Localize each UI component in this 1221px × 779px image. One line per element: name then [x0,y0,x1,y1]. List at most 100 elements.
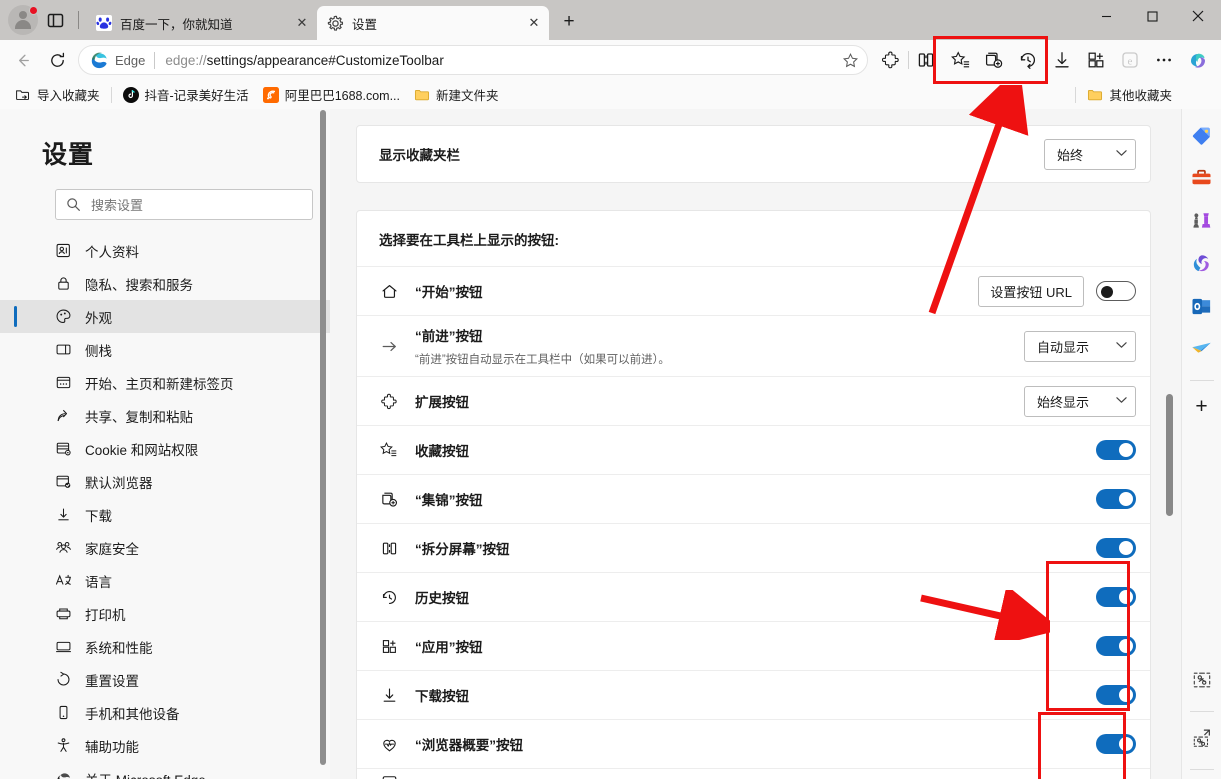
toolbar-row-extensions: 扩展按钮 始终显示 [357,376,1150,425]
collections-button-toggle[interactable] [1096,489,1136,509]
sidebar-item-language[interactable]: 语言 [0,564,330,597]
favorites-button-toggle[interactable] [1096,440,1136,460]
sidebar-item-label: 打印机 [85,607,126,623]
back-button[interactable] [6,44,40,76]
favorites-icon [379,440,399,460]
bookmark-douyin[interactable]: 抖音-记录美好生活 [116,83,256,106]
forward-button-dropdown[interactable]: 自动显示 [1024,330,1136,362]
apps-button-toggle[interactable] [1096,636,1136,656]
minimize-button[interactable] [1083,0,1129,32]
back-arrow-icon [18,54,29,66]
toolbar-more-button[interactable] [1147,44,1181,76]
search-placeholder: 搜索设置 [91,198,144,213]
browser-essentials-icon: e [1122,52,1138,68]
toolbar-extensions-button[interactable] [874,44,908,76]
toggle-knob [1119,639,1133,653]
bookmark-alibaba[interactable]: 阿里巴巴1688.com... [256,83,407,106]
sidebar-item-system[interactable]: 系统和性能 [0,630,330,663]
web-capture-icon[interactable] [1185,721,1219,755]
lock-icon [55,275,72,292]
outlook-icon[interactable] [1185,289,1219,323]
bookmark-import-favorites[interactable]: 导入收藏夹 [8,83,107,106]
browser-tab[interactable]: 百度一下，你就知道 ✕ [85,6,317,40]
profile-avatar[interactable] [8,5,38,35]
bookmark-folder-new[interactable]: 新建文件夹 [407,83,506,106]
vertical-tabs-icon [47,13,63,27]
sidebar-item-default-browser[interactable]: 默认浏览器 [0,465,330,498]
reload-button[interactable] [40,44,74,76]
browser-essentials-button-toggle[interactable] [1096,734,1136,754]
sidebar-item-printer[interactable]: 打印机 [0,597,330,630]
sidebar-scrollbar[interactable] [320,110,326,772]
home-button-toggle[interactable] [1096,281,1136,301]
row-body: “开始”按钮 [415,272,978,310]
add-sidebar-app-button[interactable]: + [1185,390,1219,424]
partial-row-icon [379,772,399,779]
bookmarks-bar: 导入收藏夹 抖音-记录美好生活 阿里巴巴1688.com... 新建文件夹 其他… [0,80,1221,109]
address-bar[interactable]: Edge edge://settings/appearance#Customiz… [78,45,868,75]
toolbar-apps-button[interactable] [1079,44,1113,76]
bookmark-label: 抖音-记录美好生活 [144,89,249,103]
sidebar-item-about[interactable]: 关于 Microsoft Edge [0,762,330,779]
bookmark-other-favorites[interactable]: 其他收藏夹 [1080,83,1179,106]
sidebar-item-sidebar[interactable]: 侧栈 [0,333,330,366]
sidebar-item-phone[interactable]: 手机和其他设备 [0,696,330,729]
set-button-url-button[interactable]: 设置按钮 URL [978,275,1084,307]
row-label: “应用”按钮 [415,640,483,655]
palette-icon [55,308,72,325]
sidebar-item-startpage[interactable]: 开始、主页和新建标签页 [0,366,330,399]
row-body: “应用”按钮 [415,627,1096,665]
search-input[interactable]: 搜索设置 [55,189,313,220]
sidebar-item-cookies[interactable]: Cookie 和网站权限 [0,432,330,465]
add-favorite-icon[interactable] [837,47,863,73]
row-label: 收藏按钮 [415,444,469,459]
maximize-button[interactable] [1129,0,1175,32]
collections-icon [985,52,1003,68]
toolbar-row-partial [357,768,1150,779]
sidebar-item-share[interactable]: 共享、复制和粘贴 [0,399,330,432]
row-controls: 设置按钮 URL [978,275,1136,307]
toolbar-row-forward: “前进”按钮 “前进”按钮自动显示在工具栏中（如果可以前进）。 自动显示 [357,315,1150,376]
extensions-button-dropdown[interactable]: 始终显示 [1024,385,1136,417]
close-icon[interactable]: ✕ [291,12,313,34]
history-button-toggle[interactable] [1096,587,1136,607]
close-button[interactable] [1175,0,1221,32]
downloads-button-toggle[interactable] [1096,685,1136,705]
content-scrollbar-thumb[interactable] [1166,394,1173,516]
sidebar-item-accessibility[interactable]: 辅助功能 [0,729,330,762]
sidebar-item-profile[interactable]: 个人资料 [0,234,330,267]
tools-icon[interactable] [1185,160,1219,194]
split-screen-button-toggle[interactable] [1096,538,1136,558]
browser-tab-active[interactable]: 设置 ✕ [317,6,549,40]
row-description: “前进”按钮自动显示在工具栏中（如果可以前进）。 [415,354,670,366]
tab-actions-icon[interactable] [40,5,70,35]
new-tab-button[interactable]: + [553,6,585,38]
toolbar-history-button[interactable] [1011,44,1045,76]
startpage-icon [55,374,72,391]
sidebar-scrollbar-thumb[interactable] [320,110,326,765]
send-icon[interactable] [1185,332,1219,366]
screenshot-icon[interactable] [1185,663,1219,697]
sidebar-item-appearance[interactable]: 外观 [0,300,330,333]
close-icon[interactable]: ✕ [523,12,545,34]
toolbar-downloads-button[interactable] [1045,44,1079,76]
toggle-knob [1119,492,1133,506]
sidebar-item-family[interactable]: 家庭安全 [0,531,330,564]
microsoft365-icon[interactable] [1185,246,1219,280]
toolbar-favorites-button[interactable] [943,44,977,76]
toolbar-browser-essentials-button[interactable]: e [1113,44,1147,76]
games-icon[interactable] [1185,203,1219,237]
toolbar-split-screen-button[interactable] [909,44,943,76]
row-body [415,773,1136,779]
shopping-tag-icon[interactable] [1185,117,1219,151]
content-scrollbar[interactable] [1166,109,1173,779]
toolbar-copilot-button[interactable] [1181,44,1215,76]
toolbar-buttons-card: 选择要在工具栏上显示的按钮: “开始”按钮 设置按钮 URL “前进”按钮 “前… [356,210,1151,779]
sidebar-item-reset[interactable]: 重置设置 [0,663,330,696]
show-favorites-bar-dropdown[interactable]: 始终 [1044,138,1136,170]
sidebar-item-downloads[interactable]: 下载 [0,498,330,531]
chevron-down-icon [1116,396,1127,407]
toolbar-collections-button[interactable] [977,44,1011,76]
bookmark-label: 阿里巴巴1688.com... [284,89,401,103]
sidebar-item-privacy[interactable]: 隐私、搜索和服务 [0,267,330,300]
